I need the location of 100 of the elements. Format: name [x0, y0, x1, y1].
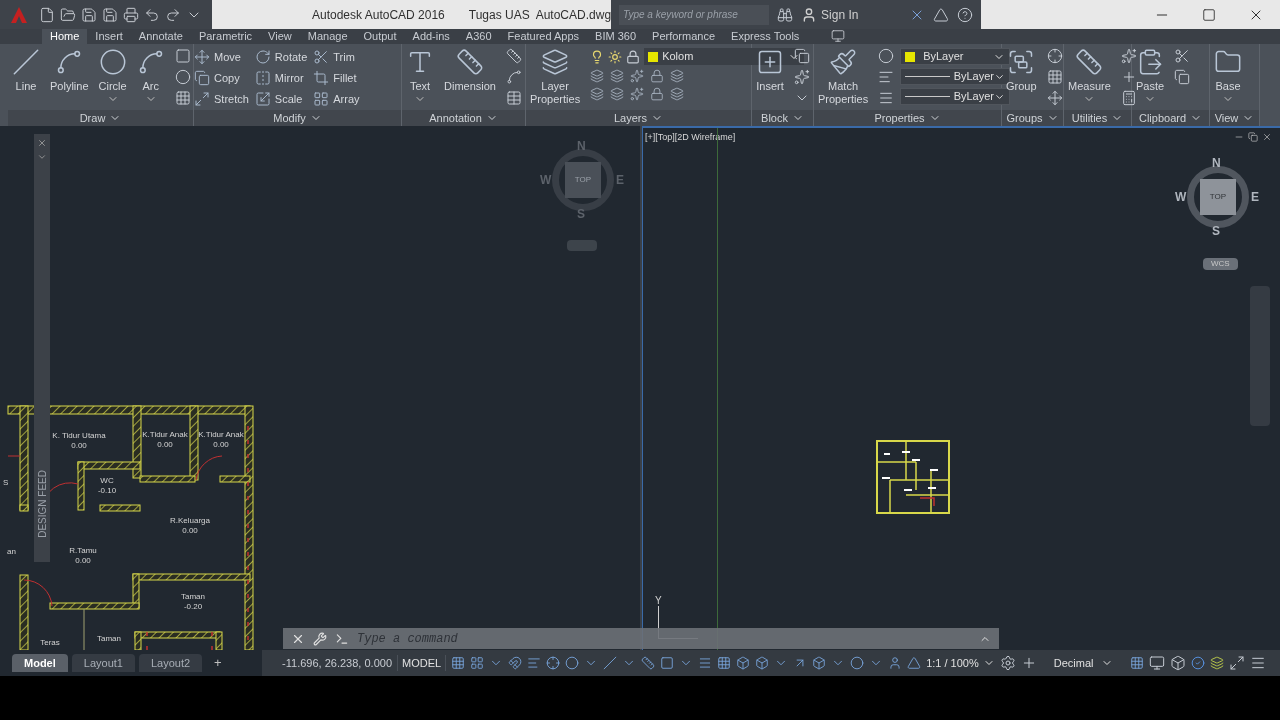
line-sample — [905, 96, 950, 97]
room-label: an — [7, 547, 16, 556]
ribbon-tab[interactable]: Add-ins — [404, 29, 458, 44]
panel-title[interactable]: Modify — [194, 110, 401, 126]
panel-title[interactable]: Layers — [526, 110, 751, 126]
layer-tool-icon[interactable] — [630, 69, 645, 83]
layer-tool-icon[interactable] — [670, 87, 685, 101]
room-level: 0.00 — [157, 440, 173, 449]
layer-tool-icon[interactable] — [650, 69, 665, 83]
ribbon-tool-button[interactable]: Fillet — [313, 69, 364, 87]
ribbon-tab[interactable]: Insert — [87, 29, 131, 44]
ribbon-tab[interactable]: Performance — [644, 29, 724, 44]
monitor-icon[interactable] — [1149, 655, 1166, 671]
ribbon-tab[interactable]: Featured Apps — [499, 29, 588, 44]
panel-title[interactable]: Draw — [8, 110, 193, 126]
close-icon[interactable] — [1262, 132, 1272, 142]
triangle-icon[interactable] — [933, 6, 950, 23]
prompt-icon[interactable] — [335, 631, 349, 646]
ribbon-tool-button[interactable]: Mirror — [254, 69, 312, 87]
ribbon-tool-button[interactable]: Dimension — [440, 44, 500, 110]
layout-tab[interactable]: Layout1 — [71, 654, 135, 672]
panel-title[interactable]: View — [1210, 110, 1259, 126]
units-dropdown[interactable]: Decimal — [1041, 654, 1126, 672]
ribbon-tool-button[interactable]: Copy — [194, 69, 253, 87]
ribbon-tool-button[interactable]: Base — [1210, 44, 1246, 110]
ribbon-tool-button[interactable]: Trim — [313, 48, 364, 66]
ribbon-tool-button[interactable]: Line — [8, 44, 44, 110]
ribbon-tool-button[interactable]: Stretch — [194, 90, 253, 108]
ribbon-tab[interactable]: Parametric — [190, 29, 261, 44]
layer-tool-icon[interactable] — [610, 69, 625, 83]
ribbon-tab[interactable]: A360 — [457, 29, 500, 44]
room-level: -0.10 — [97, 486, 117, 495]
ribbon-tab[interactable]: Manage — [299, 29, 356, 44]
collapse-icon[interactable] — [37, 152, 47, 162]
compass-label: E — [616, 172, 624, 189]
ribbon-tool-button[interactable]: Rotate — [254, 48, 312, 66]
toolbar-icon[interactable] — [60, 6, 76, 23]
ribbon-tab[interactable]: View — [260, 29, 300, 44]
layer-tool-icon[interactable] — [650, 87, 665, 101]
viewport[interactable]: [+][Top][2D Wireframe] N W TOP E S WCS Y — [642, 126, 1280, 650]
ribbon-tab[interactable]: Output — [355, 29, 405, 44]
sun-icon[interactable] — [608, 49, 623, 64]
toolbar-icon[interactable] — [123, 6, 139, 23]
fullscreen-icon[interactable] — [1229, 655, 1246, 671]
document-title: Tugas UAS AutoCAD.dwg — [468, 6, 612, 24]
panel-title[interactable]: Block — [752, 110, 813, 126]
search-field[interactable]: Type a keyword or phrase — [619, 4, 770, 25]
ribbon-tool-button[interactable]: Text — [402, 44, 438, 110]
room-level: 0.00 — [182, 526, 198, 535]
panel-title[interactable]: Utilities — [1064, 110, 1131, 126]
ribbon-tool-button[interactable]: Paste — [1132, 44, 1169, 110]
ribbon-tab[interactable]: Express Tools — [723, 29, 808, 44]
restore-icon[interactable] — [1248, 132, 1258, 142]
ribbon-tool-button[interactable]: Layer Properties — [526, 44, 585, 110]
room-level: 0.00 — [75, 556, 91, 565]
layer-tool-icon[interactable] — [590, 87, 605, 101]
panel-title[interactable]: Clipboard — [1132, 110, 1209, 126]
wrench-icon[interactable] — [313, 631, 327, 646]
room-label: S — [3, 478, 9, 487]
lock-icon[interactable] — [626, 49, 641, 64]
layer-dropdown[interactable]: Kolom — [644, 48, 805, 65]
sign-in-button[interactable]: Sign In — [801, 5, 859, 24]
panel-title[interactable]: Groups — [1002, 110, 1063, 126]
model-space-button[interactable]: MODEL — [397, 654, 447, 672]
ribbon-tab[interactable]: Annotate — [130, 29, 191, 44]
panel-title[interactable]: Annotation — [402, 110, 525, 126]
add-layout-button[interactable]: + — [210, 653, 226, 673]
property-dropdown[interactable]: ByLayer — [900, 48, 1011, 65]
toolbar-icon[interactable] — [165, 6, 181, 23]
layer-tool-icon[interactable] — [610, 87, 625, 101]
layout-tab[interactable]: Model — [12, 654, 68, 672]
layer-tool-icon[interactable] — [670, 69, 685, 83]
help-icon[interactable] — [957, 6, 974, 23]
ribbon-tab[interactable]: BIM 360 — [587, 29, 645, 44]
maximize-icon[interactable] — [1202, 7, 1216, 22]
toolbar-icon[interactable] — [102, 6, 118, 23]
toolbar-icon[interactable] — [39, 6, 55, 23]
ribbon-tab[interactable]: Home — [42, 29, 88, 44]
panel-title[interactable]: Properties — [814, 110, 1001, 126]
toolbar-icon[interactable] — [81, 6, 97, 23]
layer-tool-icon[interactable] — [630, 87, 645, 101]
ribbon-options-icon[interactable] — [831, 29, 846, 43]
coordinates-display[interactable]: -11.696, 26.238, 0.000 — [270, 654, 392, 672]
ribbon-tool-button[interactable]: Array — [313, 90, 364, 108]
ribbon-tool-button[interactable]: Circle — [94, 44, 131, 110]
ribbon-tool-button[interactable]: Scale — [254, 90, 312, 108]
ribbon-tool-button[interactable]: Measure — [1064, 44, 1115, 110]
ribbon-tool-button[interactable]: Polyline — [46, 44, 93, 110]
layout-tab[interactable]: Layout2 — [138, 654, 203, 672]
ribbon-tool-button[interactable]: Arc — [132, 44, 169, 110]
ribbon-tool-button[interactable]: Match Properties — [814, 44, 873, 110]
menu-icon[interactable] — [1250, 655, 1267, 671]
viewport-label[interactable]: [+][Top][2D Wireframe] — [645, 131, 736, 145]
annotation-scale-button[interactable]: 1:1 / 100% — [926, 654, 995, 672]
viewcube-face-label: TOP — [1209, 191, 1227, 203]
layer-tool-icon[interactable] — [590, 69, 605, 83]
binoculars-icon[interactable] — [777, 6, 794, 23]
toolbar-icon[interactable] — [144, 6, 160, 23]
ribbon-tool-button[interactable]: Move — [194, 48, 253, 66]
settings-icon[interactable] — [999, 655, 1016, 671]
